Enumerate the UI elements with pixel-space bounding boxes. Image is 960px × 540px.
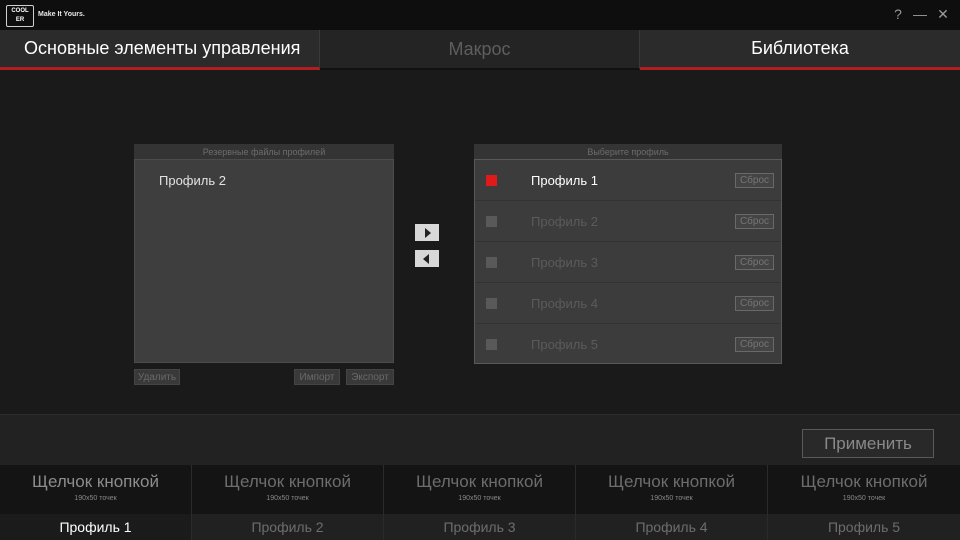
arrow-left-icon xyxy=(423,253,429,264)
backup-item[interactable]: Профиль 2 xyxy=(159,173,226,188)
backup-profiles-list[interactable]: Профиль 2 xyxy=(134,159,394,363)
help-button[interactable]: ? xyxy=(890,5,906,23)
profile-slot-2[interactable]: Щелчок кнопкой 190x50 точек Профиль 2 xyxy=(192,465,384,540)
resolution-label: 190x50 точек xyxy=(650,495,693,502)
backup-panel-header: Резервные файлы профилей xyxy=(134,144,394,160)
slogan: Make It Yours. xyxy=(38,11,85,18)
profile-checkbox[interactable] xyxy=(486,339,497,350)
button-action-label: Щелчок кнопкой xyxy=(416,472,543,491)
close-button[interactable]: ✕ xyxy=(935,5,951,23)
arrow-right-icon xyxy=(425,227,431,238)
profile-row[interactable]: Профиль 4 Сброс xyxy=(475,283,781,324)
select-profile-list: Профиль 1 Сброс Профиль 2 Сброс Профиль … xyxy=(474,159,782,364)
profile-name: Профиль 5 xyxy=(531,337,598,352)
profile-row[interactable]: Профиль 3 Сброс xyxy=(475,242,781,283)
tab-macro[interactable]: Макрос xyxy=(320,30,640,70)
profile-slot-label[interactable]: Профиль 2 xyxy=(192,514,383,540)
resolution-label: 190x50 точек xyxy=(458,495,501,502)
minimize-button[interactable]: — xyxy=(912,5,928,23)
profile-checkbox[interactable] xyxy=(486,257,497,268)
import-button[interactable]: Импорт xyxy=(294,369,340,385)
reset-button[interactable]: Сброс xyxy=(735,214,774,229)
reset-button[interactable]: Сброс xyxy=(735,337,774,352)
profile-slot-label[interactable]: Профиль 5 xyxy=(768,514,960,540)
profile-checkbox[interactable] xyxy=(486,216,497,227)
app-window: COOL ER Make It Yours. ? — ✕ Основные эле… xyxy=(0,0,960,540)
tab-basic-controls[interactable]: Основные элементы управления xyxy=(0,30,320,70)
profile-checkbox[interactable] xyxy=(486,175,497,186)
profile-name: Профиль 3 xyxy=(531,255,598,270)
profile-name: Профиль 4 xyxy=(531,296,598,311)
profile-slot-label[interactable]: Профиль 4 xyxy=(576,514,767,540)
profile-slot-label[interactable]: Профиль 3 xyxy=(384,514,575,540)
profile-row[interactable]: Профиль 2 Сброс xyxy=(475,201,781,242)
resolution-label: 190x50 точек xyxy=(74,495,117,502)
main-tabs: Основные элементы управления Макрос Библ… xyxy=(0,30,960,70)
cooler-master-logo: COOL ER xyxy=(6,5,34,27)
profile-row[interactable]: Профиль 1 Сброс xyxy=(475,160,781,201)
reset-button[interactable]: Сброс xyxy=(735,173,774,188)
profile-name: Профиль 1 xyxy=(531,173,598,188)
export-button[interactable]: Экспорт xyxy=(346,369,394,385)
title-bar: COOL ER Make It Yours. ? — ✕ xyxy=(0,0,960,30)
reset-button[interactable]: Сброс xyxy=(735,296,774,311)
profile-slot-5[interactable]: Щелчок кнопкой 190x50 точек Профиль 5 xyxy=(768,465,960,540)
apply-button[interactable]: Применить xyxy=(802,429,934,458)
resolution-label: 190x50 точек xyxy=(842,495,886,502)
select-profile-header: Выберите профиль xyxy=(474,144,782,160)
move-left-button[interactable] xyxy=(415,250,439,267)
button-action-label: Щелчок кнопкой xyxy=(224,472,351,491)
button-action-label: Щелчок кнопкой xyxy=(32,472,159,491)
profile-row[interactable]: Профиль 5 Сброс xyxy=(475,324,781,365)
profile-name: Профиль 2 xyxy=(531,214,598,229)
delete-button[interactable]: Удалить xyxy=(134,369,180,385)
tab-library[interactable]: Библиотека xyxy=(640,30,960,70)
profile-slot-3[interactable]: Щелчок кнопкой 190x50 точек Профиль 3 xyxy=(384,465,576,540)
button-action-label: Щелчок кнопкой xyxy=(800,472,928,491)
reset-button[interactable]: Сброс xyxy=(735,255,774,270)
profile-slot-label[interactable]: Профиль 1 xyxy=(0,514,191,540)
profile-slot-1[interactable]: Щелчок кнопкой 190x50 точек Профиль 1 xyxy=(0,465,192,540)
button-action-label: Щелчок кнопкой xyxy=(608,472,735,491)
move-right-button[interactable] xyxy=(415,224,439,241)
profile-switcher: Щелчок кнопкой 190x50 точек Профиль 1 Ще… xyxy=(0,465,960,540)
profile-slot-4[interactable]: Щелчок кнопкой 190x50 точек Профиль 4 xyxy=(576,465,768,540)
profile-checkbox[interactable] xyxy=(486,298,497,309)
resolution-label: 190x50 точек xyxy=(266,495,309,502)
